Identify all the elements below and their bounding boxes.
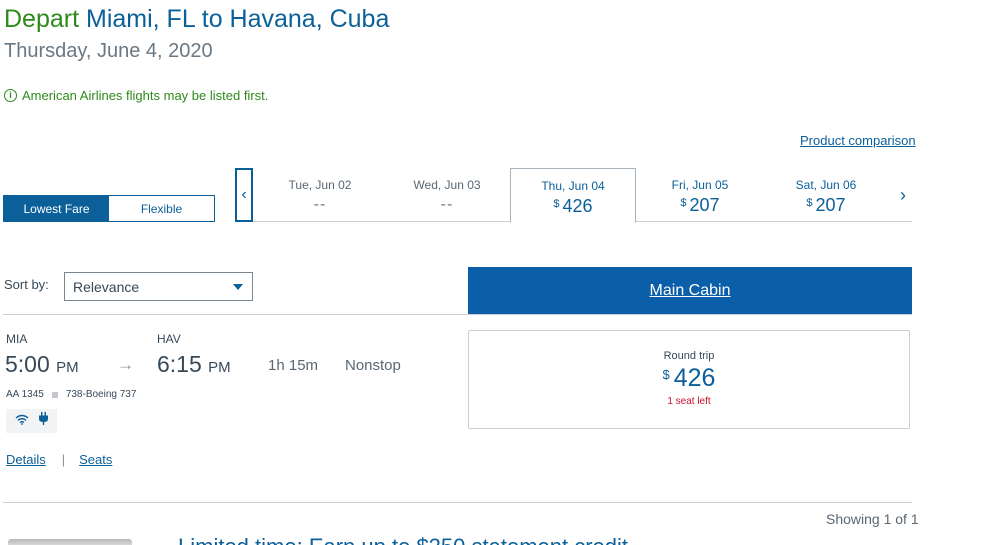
arrive-ampm: PM [208, 359, 231, 376]
depart-time: 5:00 PM [5, 351, 79, 378]
price-value: 426 [562, 196, 593, 216]
currency-symbol: $ [662, 367, 670, 382]
date-fri-jun-05[interactable]: Fri, Jun 05 $207 [637, 168, 763, 222]
main-cabin-header[interactable]: Main Cabin [468, 267, 912, 314]
date-label: Fri, Jun 05 [671, 178, 729, 192]
amenities [6, 409, 57, 433]
trip-type: Round trip [663, 350, 715, 362]
fare-type-toggle: Lowest Fare Flexible [3, 195, 215, 222]
caret-down-icon [233, 284, 243, 290]
link-separator: | [61, 452, 66, 467]
date-label: Wed, Jun 03 [413, 178, 481, 192]
route: Miami, FL to Havana, Cuba [86, 5, 390, 33]
main-cabin-fare[interactable]: Round trip $426 1 seat left [468, 330, 910, 429]
date-label: Tue, Jun 02 [288, 178, 352, 192]
currency-symbol: $ [806, 197, 813, 209]
info-icon: i [4, 89, 17, 102]
destination-code: HAV [157, 332, 181, 346]
date-label: Sat, Jun 06 [795, 178, 857, 192]
chevron-right-icon[interactable]: › [895, 180, 911, 210]
date-sat-jun-06[interactable]: Sat, Jun 06 $207 [763, 168, 889, 222]
arrive-time: 6:15 PM [157, 351, 231, 378]
date-tue-jun-02[interactable]: Tue, Jun 02 -- [257, 168, 383, 222]
page-title: Depart Miami, FL to Havana, Cuba [4, 5, 389, 34]
stops-label: Nonstop [345, 357, 401, 374]
flight-duration: 1h 15m [268, 357, 319, 374]
sort-dropdown[interactable]: Relevance [64, 272, 253, 301]
sort-label: Sort by: [4, 277, 49, 292]
divider [3, 502, 912, 503]
currency-symbol: $ [553, 198, 560, 210]
date-price: $207 [637, 195, 763, 216]
details-link[interactable]: Details [6, 452, 46, 467]
arrive-clock: 6:15 [157, 351, 202, 377]
no-fare-dash: -- [313, 196, 327, 213]
date-carousel: ‹ Tue, Jun 02 -- Wed, Jun 03 -- Thu, Jun… [235, 168, 912, 223]
sort-value: Relevance [73, 278, 140, 295]
fare-price: $426 [469, 364, 909, 393]
no-fare-dash: -- [440, 196, 454, 213]
date-thu-jun-04[interactable]: Thu, Jun 04 $426 [510, 168, 636, 223]
origin-code: MIA [6, 332, 28, 346]
price-value: 207 [815, 195, 846, 215]
promo-image [8, 539, 132, 545]
separator-square [51, 391, 58, 398]
flight-details-line: AA 1345 738-Boeing 737 [6, 389, 136, 400]
flight-number: AA 1345 [6, 389, 44, 400]
depart-ampm: PM [56, 359, 79, 376]
seats-left: 1 seat left [667, 396, 711, 407]
arrow-right-icon: → [117, 355, 134, 374]
chevron-left-icon[interactable]: ‹ [235, 168, 253, 222]
notice-text: American Airlines flights may be listed … [22, 88, 269, 103]
date-price: $426 [511, 196, 635, 217]
depart-word: Depart [4, 5, 80, 33]
lowest-fare-button[interactable]: Lowest Fare [4, 196, 109, 221]
product-comparison-link[interactable]: Product comparison [800, 133, 916, 148]
flight-links: Details | Seats [6, 452, 112, 467]
power-outlet-icon [38, 412, 49, 430]
travel-date: Thursday, June 4, 2020 [4, 40, 213, 62]
date-label: Thu, Jun 04 [541, 179, 605, 193]
price-value: 207 [689, 195, 720, 215]
promo-text[interactable]: Limited time: Earn up to $250 statement … [178, 534, 628, 545]
date-wed-jun-03[interactable]: Wed, Jun 03 -- [384, 168, 510, 222]
aircraft-type: 738-Boeing 737 [65, 389, 137, 400]
date-price: $207 [763, 195, 889, 216]
currency-symbol: $ [680, 197, 687, 209]
divider [3, 314, 912, 315]
wifi-icon [15, 412, 29, 430]
flexible-button[interactable]: Flexible [109, 196, 214, 221]
seats-link[interactable]: Seats [79, 452, 112, 467]
depart-clock: 5:00 [5, 351, 50, 377]
results-count: Showing 1 of 1 [826, 511, 919, 527]
fare-value: 426 [673, 364, 716, 392]
aa-notice: i American Airlines flights may be liste… [4, 88, 268, 103]
